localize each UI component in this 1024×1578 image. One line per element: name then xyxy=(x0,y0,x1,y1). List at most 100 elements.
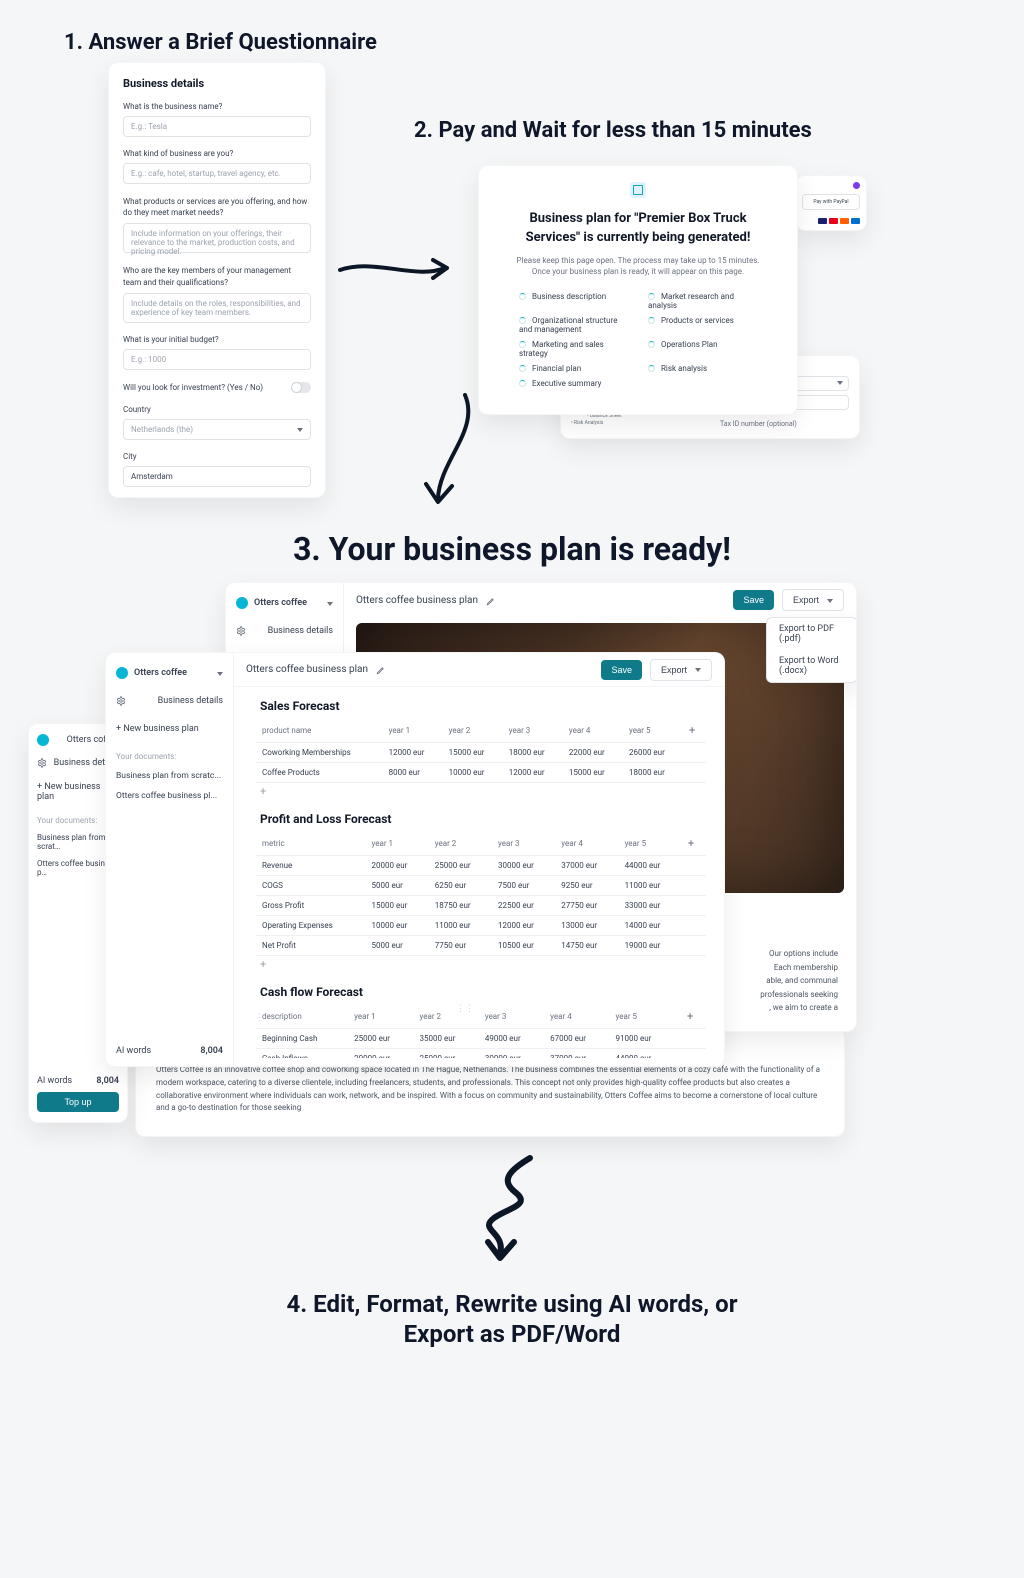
table-cell[interactable]: 12000 eur xyxy=(492,916,555,936)
doc-item[interactable]: Business plan from scratc... xyxy=(116,771,223,781)
top-up-button[interactable]: Top up xyxy=(37,1092,119,1112)
table-cell[interactable]: 7500 eur xyxy=(492,876,555,896)
products-textarea[interactable]: Include information on your offerings, t… xyxy=(123,223,311,253)
business-kind-input[interactable]: E.g.: cafe, hotel, startup, travel agenc… xyxy=(123,163,311,184)
gear-icon xyxy=(37,758,47,768)
drag-handle-icon[interactable]: ⋮⋮ xyxy=(256,1013,264,1023)
table-cell[interactable]: 30000 eur xyxy=(479,1049,544,1059)
table-cell[interactable]: 9250 eur xyxy=(555,876,618,896)
table-cell[interactable]: 7750 eur xyxy=(429,936,492,956)
export-pdf-item[interactable]: Export to PDF (.pdf) xyxy=(767,618,857,650)
status-dot-icon xyxy=(853,182,860,189)
invest-toggle[interactable] xyxy=(291,382,311,393)
table-cell[interactable]: 18000 eur xyxy=(503,743,563,763)
save-button[interactable]: Save xyxy=(601,660,642,680)
country-select[interactable]: Netherlands (the) xyxy=(123,419,311,440)
add-row-button[interactable]: + xyxy=(256,956,706,973)
q-budget-label: What is your initial budget? xyxy=(123,335,311,344)
table-cell[interactable]: 10000 eur xyxy=(366,916,429,936)
table-cell[interactable]: 22000 eur xyxy=(563,743,623,763)
toc-item[interactable]: • Risk Analysis xyxy=(571,420,700,427)
table-cell[interactable]: COGS xyxy=(256,876,366,896)
export-button[interactable]: Export xyxy=(650,659,712,681)
table-cell[interactable]: 18000 eur xyxy=(623,763,683,783)
table-cell[interactable]: Beginning Cash xyxy=(256,1029,348,1049)
table-cell[interactable]: 10000 eur xyxy=(443,763,503,783)
form-title: Business details xyxy=(123,77,311,90)
table-cell[interactable]: Revenue xyxy=(256,856,366,876)
project-dot-icon xyxy=(236,597,248,609)
table-cell[interactable]: 20000 eur xyxy=(348,1049,413,1059)
paypal-button[interactable]: Pay with PayPal xyxy=(802,194,860,210)
table-cell[interactable]: 33000 eur xyxy=(619,896,682,916)
table-cell[interactable]: 35000 eur xyxy=(413,1029,478,1049)
table-cell[interactable]: 67000 eur xyxy=(544,1029,609,1049)
table-cell[interactable]: 26000 eur xyxy=(623,743,683,763)
table-cell[interactable]: 13000 eur xyxy=(555,916,618,936)
table-cell[interactable]: 37000 eur xyxy=(555,856,618,876)
table-cell[interactable]: 8000 eur xyxy=(383,763,443,783)
table-cell[interactable]: Gross Profit xyxy=(256,896,366,916)
add-column-button[interactable]: + xyxy=(682,832,706,856)
table-header: year 3 xyxy=(503,719,563,743)
city-label: City xyxy=(123,452,311,461)
table-cell[interactable]: 5000 eur xyxy=(366,876,429,896)
table-cell[interactable]: 11000 eur xyxy=(619,876,682,896)
table-cell[interactable]: 5000 eur xyxy=(366,936,429,956)
pencil-icon[interactable] xyxy=(376,660,386,679)
table-cell[interactable]: Coworking Memberships xyxy=(256,743,383,763)
save-button[interactable]: Save xyxy=(733,590,774,610)
table-cell[interactable]: 25000 eur xyxy=(429,856,492,876)
table-cell[interactable]: 10500 eur xyxy=(492,936,555,956)
table-cell[interactable]: 20000 eur xyxy=(366,856,429,876)
table-cell[interactable]: Operating Expenses xyxy=(256,916,366,936)
table-cell[interactable]: 18750 eur xyxy=(429,896,492,916)
table-cell[interactable]: 37000 eur xyxy=(544,1049,609,1059)
table-cell[interactable]: 22500 eur xyxy=(492,896,555,916)
chevron-down-icon[interactable] xyxy=(213,663,223,682)
add-column-button[interactable]: + xyxy=(681,1005,706,1029)
table-cell[interactable]: 19000 eur xyxy=(619,936,682,956)
table-cell[interactable]: 6250 eur xyxy=(429,876,492,896)
new-plan-button[interactable]: + New business plan xyxy=(116,724,223,734)
table-cell[interactable]: Net Profit xyxy=(256,936,366,956)
table-cell[interactable]: 25000 eur xyxy=(348,1029,413,1049)
doc-item[interactable]: Otters coffee business pl... xyxy=(116,791,223,801)
drag-handle-icon[interactable]: ⋮⋮ xyxy=(456,1004,474,1014)
chevron-down-icon[interactable] xyxy=(323,593,333,612)
table-cell[interactable]: 91000 eur xyxy=(610,1029,682,1049)
spinner-icon xyxy=(648,293,655,300)
table-cell[interactable]: 15000 eur xyxy=(443,743,503,763)
table-cell[interactable]: 44000 eur xyxy=(619,856,682,876)
business-name-input[interactable]: E.g.: Tesla xyxy=(123,116,311,137)
budget-input[interactable]: E.g.: 1000 xyxy=(123,349,311,370)
table-row: COGS5000 eur6250 eur7500 eur9250 eur1100… xyxy=(256,876,706,896)
table-cell[interactable]: 12000 eur xyxy=(503,763,563,783)
q-invest-label: Will you look for investment? (Yes / No) xyxy=(123,383,263,392)
table-cell[interactable]: 15000 eur xyxy=(563,763,623,783)
team-textarea[interactable]: Include details on the roles, responsibi… xyxy=(123,293,311,323)
business-details-link[interactable]: Business details xyxy=(268,626,333,636)
export-button[interactable]: Export xyxy=(782,589,844,611)
table-cell[interactable]: 44000 eur xyxy=(610,1049,682,1059)
frag-text: professionals seeking xyxy=(760,988,838,1002)
editor-front-card: Otters coffee Business details + New bus… xyxy=(105,652,725,1067)
city-input[interactable]: Amsterdam xyxy=(123,466,311,487)
export-word-item[interactable]: Export to Word (.docx) xyxy=(767,650,857,682)
table-cell[interactable]: 14750 eur xyxy=(555,936,618,956)
table-cell[interactable]: 25000 eur xyxy=(413,1049,478,1059)
table-cell[interactable]: 27750 eur xyxy=(555,896,618,916)
table-cell[interactable]: 30000 eur xyxy=(492,856,555,876)
pencil-icon[interactable] xyxy=(486,591,496,610)
table-cell[interactable]: 14000 eur xyxy=(619,916,682,936)
business-details-link[interactable]: Business details xyxy=(158,696,223,706)
table-cell[interactable]: Coffee Products xyxy=(256,763,383,783)
export-menu[interactable]: Export to PDF (.pdf) Export to Word (.do… xyxy=(766,617,857,683)
table-cell[interactable]: 11000 eur xyxy=(429,916,492,936)
table-cell[interactable]: 49000 eur xyxy=(479,1029,544,1049)
table-cell[interactable]: 12000 eur xyxy=(383,743,443,763)
table-cell[interactable]: 15000 eur xyxy=(366,896,429,916)
table-cell[interactable]: Cash Inflows xyxy=(256,1049,348,1059)
add-row-button[interactable]: + xyxy=(256,783,706,800)
add-column-button[interactable]: + xyxy=(683,719,706,743)
